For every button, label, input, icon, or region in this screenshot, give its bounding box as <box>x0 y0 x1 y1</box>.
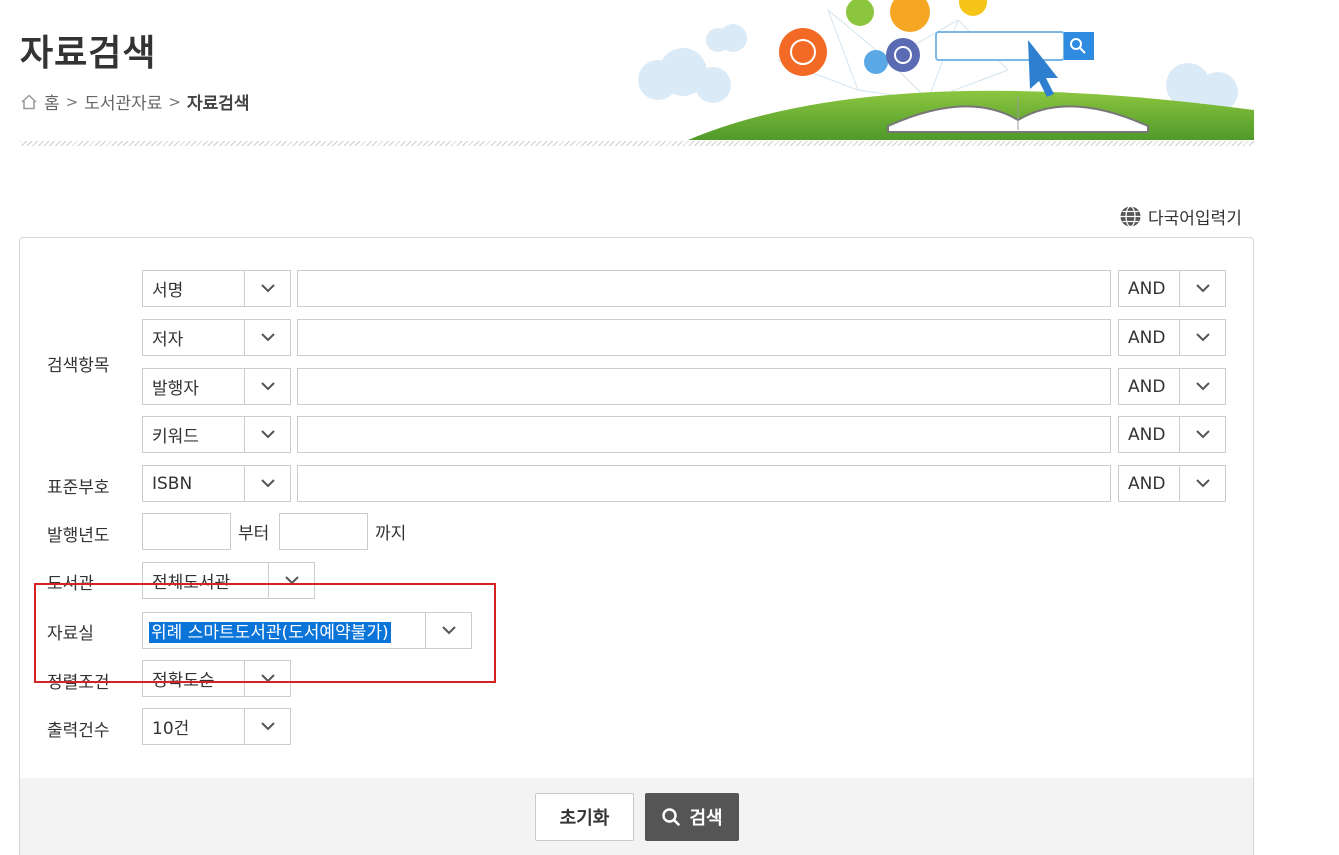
search-term-input-4[interactable] <box>297 416 1111 453</box>
globe-icon <box>1120 205 1141 228</box>
label-standard-number: 표준부호 <box>47 478 110 498</box>
chevron-down-icon <box>1179 271 1225 306</box>
search-button-label: 검색 <box>689 808 723 829</box>
label-collection-room: 자료실 <box>47 624 94 644</box>
search-term-input-1[interactable] <box>297 270 1111 307</box>
chevron-down-icon <box>1179 369 1225 404</box>
search-term-input-3[interactable] <box>297 368 1111 405</box>
chevron-down-icon <box>244 369 290 404</box>
chevron-down-icon <box>244 320 290 355</box>
chevron-down-icon <box>268 563 314 598</box>
sort-order-select[interactable]: 정확도순 <box>142 660 291 697</box>
library-select[interactable]: 전체도서관 <box>142 562 315 599</box>
breadcrumb-separator: > <box>168 92 181 111</box>
selected-room-text: 위례 스마트도서관(도서예약불가) <box>149 622 391 643</box>
chevron-down-icon <box>244 661 290 696</box>
search-button[interactable]: 검색 <box>645 793 739 841</box>
search-field-select-1[interactable]: 서명 <box>142 270 291 307</box>
chevron-down-icon <box>244 271 290 306</box>
multilingual-input-label: 다국어입력기 <box>1148 209 1242 229</box>
breadcrumb-separator: > <box>65 92 79 111</box>
banner-illustration <box>638 0 1254 140</box>
header-divider <box>20 141 1254 146</box>
reset-button[interactable]: 초기화 <box>535 793 634 841</box>
operator-select-5[interactable]: AND <box>1118 465 1226 502</box>
chevron-down-icon <box>1179 417 1225 452</box>
breadcrumb-home[interactable]: 홈 <box>44 89 60 114</box>
year-from-suffix: 부터 <box>238 524 270 544</box>
year-to-suffix: 까지 <box>375 524 407 544</box>
chevron-down-icon <box>425 613 471 648</box>
breadcrumb-current: 자료검색 <box>187 94 250 114</box>
multilingual-input-link[interactable]: 다국어입력기 <box>1119 204 1242 229</box>
search-field-select-4[interactable]: 키워드 <box>142 416 291 453</box>
label-publication-year: 발행년도 <box>47 526 110 546</box>
operator-select-3[interactable]: AND <box>1118 368 1226 405</box>
label-library: 도서관 <box>47 574 94 594</box>
standard-number-select[interactable]: ISBN <box>142 465 291 502</box>
label-search-items: 검색항목 <box>47 356 110 376</box>
chevron-down-icon <box>244 417 290 452</box>
label-result-count: 출력건수 <box>47 721 110 741</box>
result-count-select[interactable]: 10건 <box>142 708 291 745</box>
breadcrumb-library-materials[interactable]: 도서관자료 <box>84 89 162 114</box>
label-sort-order: 정렬조건 <box>47 673 110 693</box>
search-term-input-2[interactable] <box>297 319 1111 356</box>
year-to-input[interactable] <box>279 513 368 550</box>
collection-room-select[interactable]: 위례 스마트도서관(도서예약불가) <box>142 612 472 649</box>
home-icon <box>21 93 37 109</box>
chevron-down-icon <box>244 709 290 744</box>
search-field-select-2[interactable]: 저자 <box>142 319 291 356</box>
operator-select-2[interactable]: AND <box>1118 319 1226 356</box>
search-icon <box>662 808 681 826</box>
form-footer <box>20 778 1253 855</box>
chevron-down-icon <box>1179 466 1225 501</box>
chevron-down-icon <box>1179 320 1225 355</box>
standard-number-input[interactable] <box>297 465 1111 502</box>
operator-select-1[interactable]: AND <box>1118 270 1226 307</box>
search-field-select-3[interactable]: 발행자 <box>142 368 291 405</box>
page-title: 자료검색 <box>20 33 157 74</box>
year-from-input[interactable] <box>142 513 231 550</box>
operator-select-4[interactable]: AND <box>1118 416 1226 453</box>
chevron-down-icon <box>244 466 290 501</box>
breadcrumb: 홈 > 도서관자료 > 자료검색 <box>20 89 250 114</box>
